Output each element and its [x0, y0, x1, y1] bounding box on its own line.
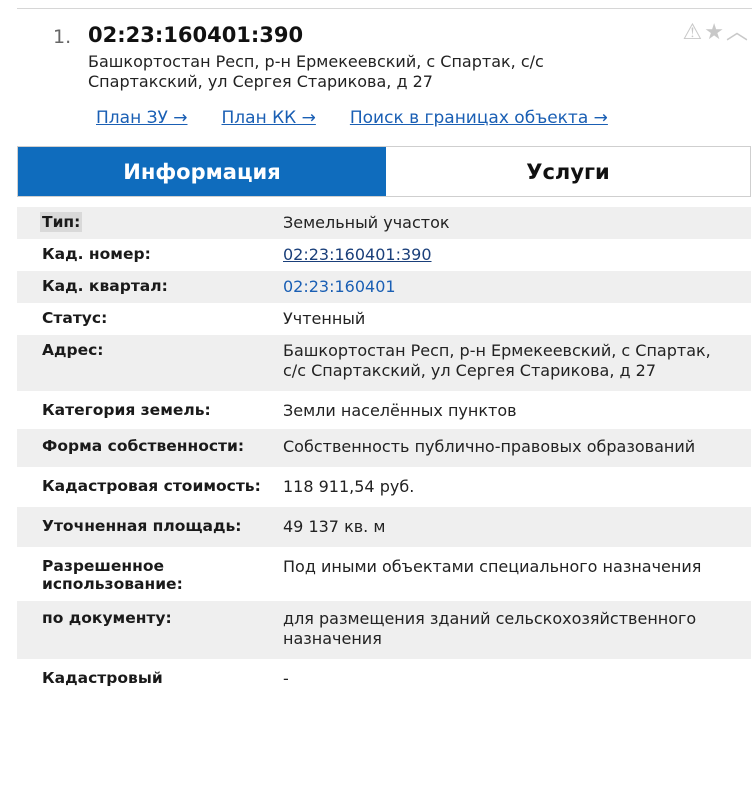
tab-information[interactable]: Информация	[18, 147, 386, 196]
table-row: Разрешенное использование: Под иными объ…	[17, 547, 751, 601]
table-row: Кад. квартал: 02:23:160401	[17, 271, 751, 303]
table-row: Тип: Земельный участок	[17, 207, 751, 239]
row-value: Башкортостан Респ, р-н Ермекеевский, с С…	[283, 341, 711, 380]
cadastral-number-link[interactable]: 02:23:160401:390	[283, 245, 432, 264]
row-value: Под иными объектами специального назначе…	[283, 557, 702, 576]
table-row: Кадастровая стоимость: 118 911,54 руб.	[17, 467, 751, 507]
row-label: Кадастровая стоимость:	[42, 477, 261, 495]
row-label: Адрес:	[42, 341, 104, 359]
divider	[17, 8, 752, 9]
result-address: Башкортостан Респ, р-н Ермекеевский, с С…	[88, 52, 544, 91]
row-label: Кадастровый	[42, 669, 163, 687]
table-row: по документу: для размещения зданий сель…	[17, 601, 751, 659]
table-row: Кадастровый -	[17, 659, 751, 695]
row-value: -	[283, 669, 289, 688]
table-row: Статус: Учтенный	[17, 303, 751, 335]
row-value: Земельный участок	[283, 213, 450, 232]
result-actions: ⚠ ★ ︿	[683, 20, 748, 46]
chevron-up-icon[interactable]: ︿	[726, 20, 748, 46]
cadastral-quarter-link[interactable]: 02:23:160401	[283, 277, 396, 296]
info-table: Тип: Земельный участок Кад. номер: 02:23…	[17, 207, 751, 695]
row-value: Земли населённых пунктов	[283, 401, 517, 420]
plan-kk-link[interactable]: План КК →	[222, 108, 316, 128]
object-links: План ЗУ → План КК → Поиск в границах объ…	[96, 108, 608, 128]
row-value: для размещения зданий сельскохозяйственн…	[283, 609, 697, 648]
row-label: Кад. квартал:	[42, 277, 168, 295]
table-row: Форма собственности: Собственность публи…	[17, 429, 751, 467]
row-label: Разрешенное использование:	[42, 557, 183, 593]
row-value: Учтенный	[283, 309, 366, 328]
result-index: 1.	[53, 26, 72, 48]
search-in-bounds-link[interactable]: Поиск в границах объекта →	[350, 108, 608, 128]
star-icon[interactable]: ★	[704, 20, 724, 46]
result-cadastral-number[interactable]: 02:23:160401:390	[88, 23, 303, 47]
tab-bar: Информация Услуги	[17, 146, 751, 197]
row-label: Тип:	[40, 212, 83, 232]
row-label: Категория земель:	[42, 401, 211, 419]
row-value: Собственность публично-правовых образова…	[283, 437, 696, 456]
row-value: 118 911,54 руб.	[283, 477, 415, 496]
row-value: 49 137 кв. м	[283, 517, 386, 536]
tab-services[interactable]: Услуги	[386, 147, 750, 196]
row-label: Статус:	[42, 309, 108, 327]
warning-icon[interactable]: ⚠	[683, 20, 703, 46]
table-row: Уточненная площадь: 49 137 кв. м	[17, 507, 751, 547]
row-label: по документу:	[42, 609, 172, 627]
row-label: Кад. номер:	[42, 245, 151, 263]
table-row: Категория земель: Земли населённых пункт…	[17, 391, 751, 429]
row-label: Форма собственности:	[42, 437, 245, 455]
plan-zu-link[interactable]: План ЗУ →	[96, 108, 188, 128]
row-label: Уточненная площадь:	[42, 517, 242, 535]
table-row: Кад. номер: 02:23:160401:390	[17, 239, 751, 271]
table-row: Адрес: Башкортостан Респ, р-н Ермекеевск…	[17, 335, 751, 391]
